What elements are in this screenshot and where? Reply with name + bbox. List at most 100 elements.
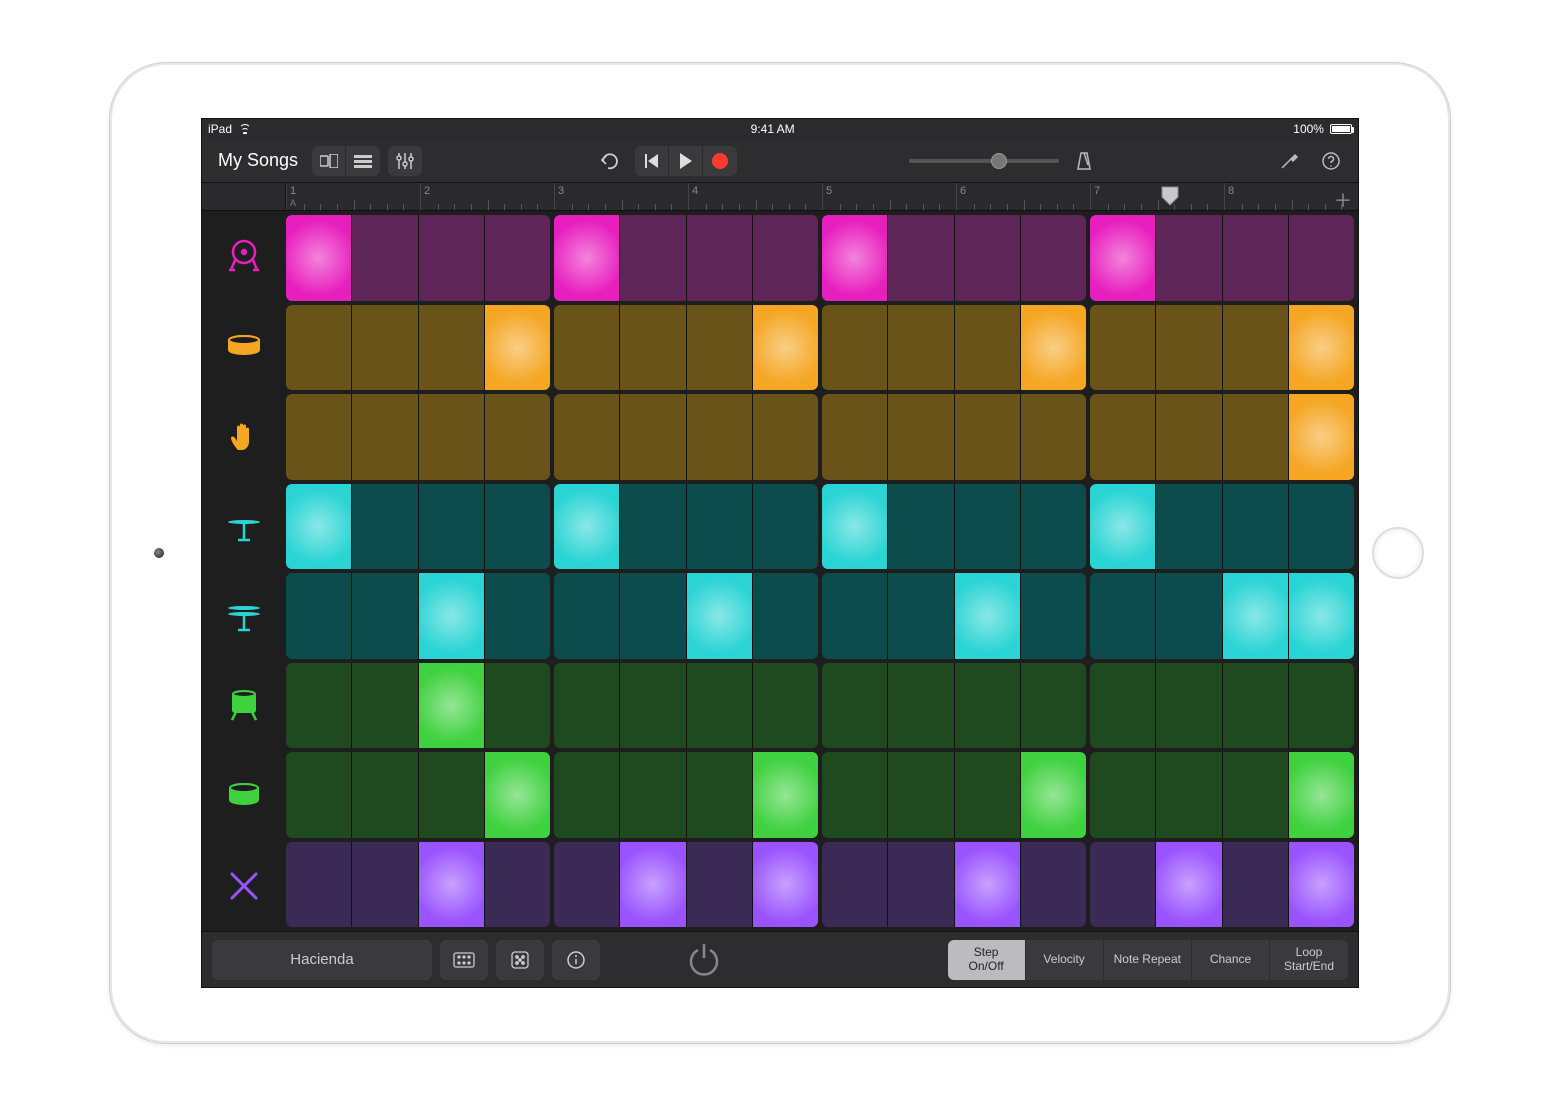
ruler-beat[interactable]: 5 <box>822 183 956 210</box>
step-cell[interactable] <box>1156 842 1221 928</box>
step-cell[interactable] <box>822 573 887 659</box>
step-cell[interactable] <box>1156 663 1221 749</box>
step-cell[interactable] <box>286 752 351 838</box>
mode-chance[interactable]: Chance <box>1192 940 1270 980</box>
step-cell[interactable] <box>1289 752 1354 838</box>
step-cell[interactable] <box>286 842 351 928</box>
info-button[interactable] <box>552 940 600 980</box>
step-cell[interactable] <box>352 215 417 301</box>
step-cell[interactable] <box>485 305 550 391</box>
step-cell[interactable] <box>1289 305 1354 391</box>
step-cell[interactable] <box>1021 394 1086 480</box>
step-cell[interactable] <box>1289 215 1354 301</box>
step-cell[interactable] <box>620 842 685 928</box>
step-cell[interactable] <box>1156 394 1221 480</box>
play-button[interactable] <box>669 146 703 176</box>
ruler-beat[interactable]: 7 <box>1090 183 1224 210</box>
ruler-beat[interactable]: 4 <box>688 183 822 210</box>
step-cell[interactable] <box>955 663 1020 749</box>
step-cell[interactable] <box>888 663 953 749</box>
step-cell[interactable] <box>554 842 619 928</box>
step-cell[interactable] <box>620 484 685 570</box>
step-cell[interactable] <box>620 215 685 301</box>
instrument-clap[interactable] <box>202 391 286 481</box>
step-cell[interactable] <box>1223 663 1288 749</box>
step-cell[interactable] <box>1156 305 1221 391</box>
ruler-beat[interactable]: 3 <box>554 183 688 210</box>
instrument-tom-low[interactable] <box>202 751 286 841</box>
pattern-select-button[interactable] <box>440 940 488 980</box>
step-cell[interactable] <box>352 573 417 659</box>
step-cell[interactable] <box>687 215 752 301</box>
step-cell[interactable] <box>1223 752 1288 838</box>
step-cell[interactable] <box>1289 484 1354 570</box>
step-cell[interactable] <box>753 305 818 391</box>
step-cell[interactable] <box>352 394 417 480</box>
step-cell[interactable] <box>1289 663 1354 749</box>
step-cell[interactable] <box>955 752 1020 838</box>
step-cell[interactable] <box>419 305 484 391</box>
step-cell[interactable] <box>1090 663 1155 749</box>
my-songs-button[interactable]: My Songs <box>212 150 304 171</box>
step-cell[interactable] <box>485 842 550 928</box>
step-cell[interactable] <box>687 842 752 928</box>
step-cell[interactable] <box>1156 752 1221 838</box>
step-cell[interactable] <box>687 663 752 749</box>
step-cell[interactable] <box>1156 573 1221 659</box>
mode-note-repeat[interactable]: Note Repeat <box>1104 940 1192 980</box>
step-cell[interactable] <box>419 215 484 301</box>
track-controls-button[interactable] <box>388 146 422 176</box>
step-cell[interactable] <box>753 484 818 570</box>
step-cell[interactable] <box>1223 484 1288 570</box>
step-cell[interactable] <box>955 842 1020 928</box>
step-cell[interactable] <box>1223 573 1288 659</box>
step-cell[interactable] <box>286 663 351 749</box>
ruler-beat[interactable]: 8 <box>1224 183 1358 210</box>
step-cell[interactable] <box>822 305 887 391</box>
step-cell[interactable] <box>1289 394 1354 480</box>
step-cell[interactable] <box>753 394 818 480</box>
step-cell[interactable] <box>1289 842 1354 928</box>
step-cell[interactable] <box>1090 394 1155 480</box>
step-cell[interactable] <box>1090 305 1155 391</box>
go-to-start-button[interactable] <box>635 146 669 176</box>
step-cell[interactable] <box>352 484 417 570</box>
help-button[interactable] <box>1314 146 1348 176</box>
step-cell[interactable] <box>687 394 752 480</box>
step-cell[interactable] <box>822 663 887 749</box>
step-cell[interactable] <box>1021 842 1086 928</box>
step-cell[interactable] <box>822 484 887 570</box>
record-button[interactable] <box>703 146 737 176</box>
step-cell[interactable] <box>955 573 1020 659</box>
step-cell[interactable] <box>888 842 953 928</box>
mode-velocity[interactable]: Velocity <box>1026 940 1104 980</box>
power-button[interactable] <box>676 932 732 988</box>
step-cell[interactable] <box>554 484 619 570</box>
step-cell[interactable] <box>955 394 1020 480</box>
step-cell[interactable] <box>554 394 619 480</box>
step-cell[interactable] <box>888 573 953 659</box>
home-button[interactable] <box>1372 527 1424 579</box>
step-cell[interactable] <box>687 484 752 570</box>
step-cell[interactable] <box>888 215 953 301</box>
mode-loop-start-end[interactable]: Loop Start/End <box>1270 940 1348 980</box>
step-cell[interactable] <box>1021 663 1086 749</box>
volume-knob[interactable] <box>991 153 1007 169</box>
step-cell[interactable] <box>1090 573 1155 659</box>
step-cell[interactable] <box>955 484 1020 570</box>
step-cell[interactable] <box>955 305 1020 391</box>
step-cell[interactable] <box>419 484 484 570</box>
step-cell[interactable] <box>419 573 484 659</box>
step-cell[interactable] <box>687 305 752 391</box>
step-cell[interactable] <box>753 573 818 659</box>
undo-button[interactable] <box>593 146 627 176</box>
step-cell[interactable] <box>554 573 619 659</box>
metronome-button[interactable] <box>1067 146 1101 176</box>
step-cell[interactable] <box>822 842 887 928</box>
step-cell[interactable] <box>1289 573 1354 659</box>
step-cell[interactable] <box>1223 842 1288 928</box>
ruler-beat[interactable]: 6 <box>956 183 1090 210</box>
step-cell[interactable] <box>1021 573 1086 659</box>
step-cell[interactable] <box>485 394 550 480</box>
step-cell[interactable] <box>822 394 887 480</box>
